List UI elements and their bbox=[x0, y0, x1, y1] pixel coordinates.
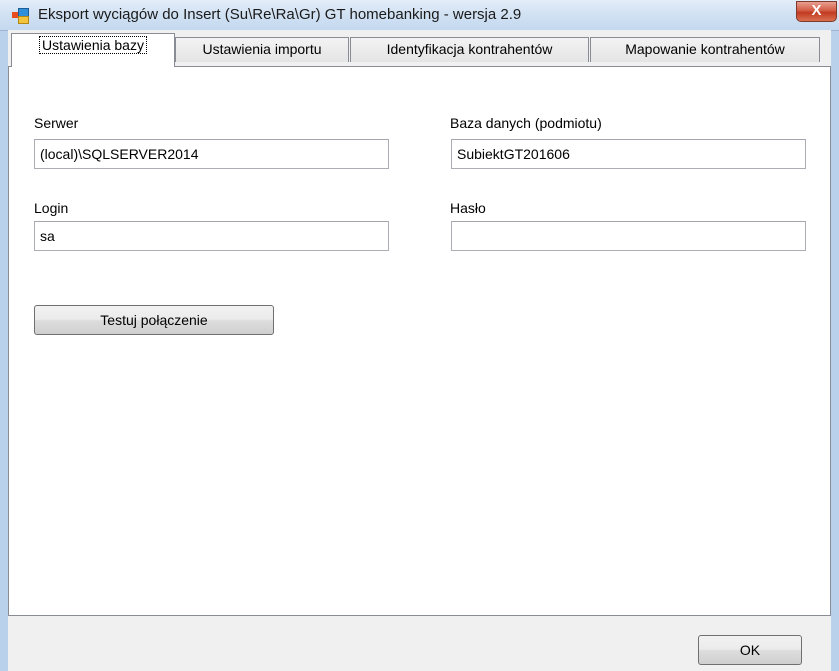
dialog-footer: OK bbox=[8, 616, 831, 671]
tab-panel-ustawienia-bazy: Serwer Baza danych (podmiotu) Login Hasł… bbox=[8, 66, 831, 616]
tab-mapowanie-kontrahentow[interactable]: Mapowanie kontrahentów bbox=[590, 37, 820, 62]
tab-ustawienia-importu[interactable]: Ustawienia importu bbox=[175, 37, 349, 62]
app-window-icon bbox=[12, 7, 29, 24]
tab-label: Mapowanie kontrahentów bbox=[625, 41, 785, 57]
database-input[interactable] bbox=[451, 139, 806, 169]
title-bar[interactable]: Eksport wyciągów do Insert (Su\Re\Ra\Gr)… bbox=[0, 0, 839, 31]
close-button[interactable]: X bbox=[796, 1, 837, 22]
window-title: Eksport wyciągów do Insert (Su\Re\Ra\Gr)… bbox=[38, 6, 522, 23]
ok-button[interactable]: OK bbox=[698, 635, 802, 665]
tab-identyfikacja-kontrahentow[interactable]: Identyfikacja kontrahentów bbox=[350, 37, 589, 62]
login-label: Login bbox=[34, 200, 69, 216]
dialog-window: Eksport wyciągów do Insert (Su\Re\Ra\Gr)… bbox=[0, 0, 839, 671]
password-input[interactable] bbox=[451, 221, 806, 251]
tab-ustawienia-bazy[interactable]: Ustawienia bazy bbox=[11, 33, 175, 67]
database-label: Baza danych (podmiotu) bbox=[450, 115, 602, 131]
tab-strip: Ustawienia bazy Ustawienia importu Ident… bbox=[8, 30, 831, 67]
test-connection-button[interactable]: Testuj połączenie bbox=[34, 305, 274, 335]
close-icon: X bbox=[811, 2, 822, 19]
client-area: Ustawienia bazy Ustawienia importu Ident… bbox=[8, 30, 831, 671]
tab-label: Identyfikacja kontrahentów bbox=[386, 41, 553, 57]
tab-label: Ustawienia bazy bbox=[39, 36, 147, 54]
server-input[interactable] bbox=[34, 139, 389, 169]
tab-label: Ustawienia importu bbox=[202, 41, 322, 57]
login-input[interactable] bbox=[34, 221, 389, 251]
password-label: Hasło bbox=[450, 200, 486, 216]
server-label: Serwer bbox=[34, 115, 79, 131]
